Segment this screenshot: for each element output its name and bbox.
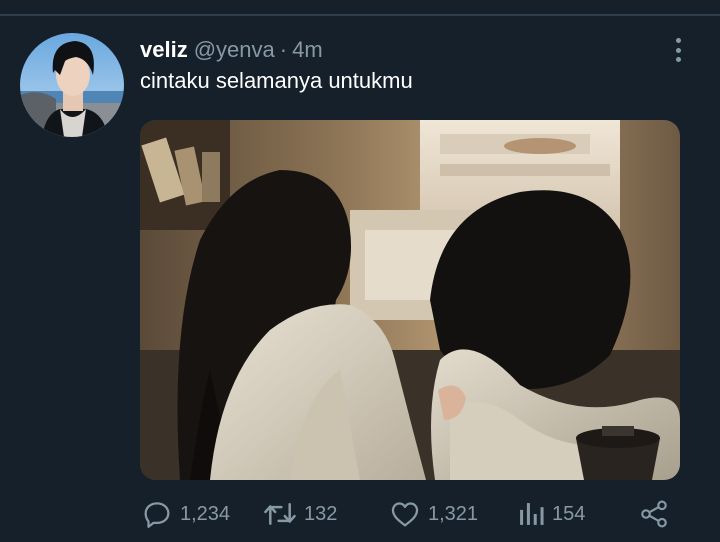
- heart-icon: [391, 502, 419, 527]
- tweet-text: cintaku selamanya untukmu: [140, 68, 413, 93]
- couple-photo: [140, 120, 680, 480]
- more-dot: [675, 38, 681, 43]
- like-button[interactable]: 1,321: [388, 496, 478, 532]
- tweet-header: veliz @yenva · 4m: [140, 36, 323, 64]
- reply-button[interactable]: 1,234: [140, 496, 230, 532]
- more-dot: [675, 57, 681, 62]
- avatar[interactable]: [20, 33, 124, 137]
- retweet-button[interactable]: 132: [262, 496, 337, 532]
- views-button[interactable]: 154: [516, 496, 585, 532]
- share-icon: [641, 500, 667, 528]
- more-dot: [675, 47, 681, 53]
- retweet-count: 132: [304, 502, 338, 525]
- top-divider: [0, 14, 720, 16]
- display-name[interactable]: veliz: [140, 37, 188, 63]
- user-handle[interactable]: @yenva: [194, 37, 275, 63]
- views-count: 154: [552, 502, 586, 525]
- reply-icon: [144, 502, 170, 528]
- avatar-photo: [20, 33, 124, 137]
- timestamp[interactable]: 4m: [292, 37, 323, 63]
- separator-dot: ·: [279, 37, 288, 62]
- like-count: 1,321: [428, 502, 479, 525]
- share-button[interactable]: [638, 496, 676, 532]
- retweet-icon: [264, 503, 296, 525]
- analytics-icon: [520, 503, 544, 525]
- more-options-icon[interactable]: [666, 36, 690, 64]
- reply-count: 1,234: [180, 502, 231, 525]
- tweet-media-photo[interactable]: [140, 120, 680, 480]
- tweet-actions: 1,234 132 1,321 154: [140, 496, 680, 532]
